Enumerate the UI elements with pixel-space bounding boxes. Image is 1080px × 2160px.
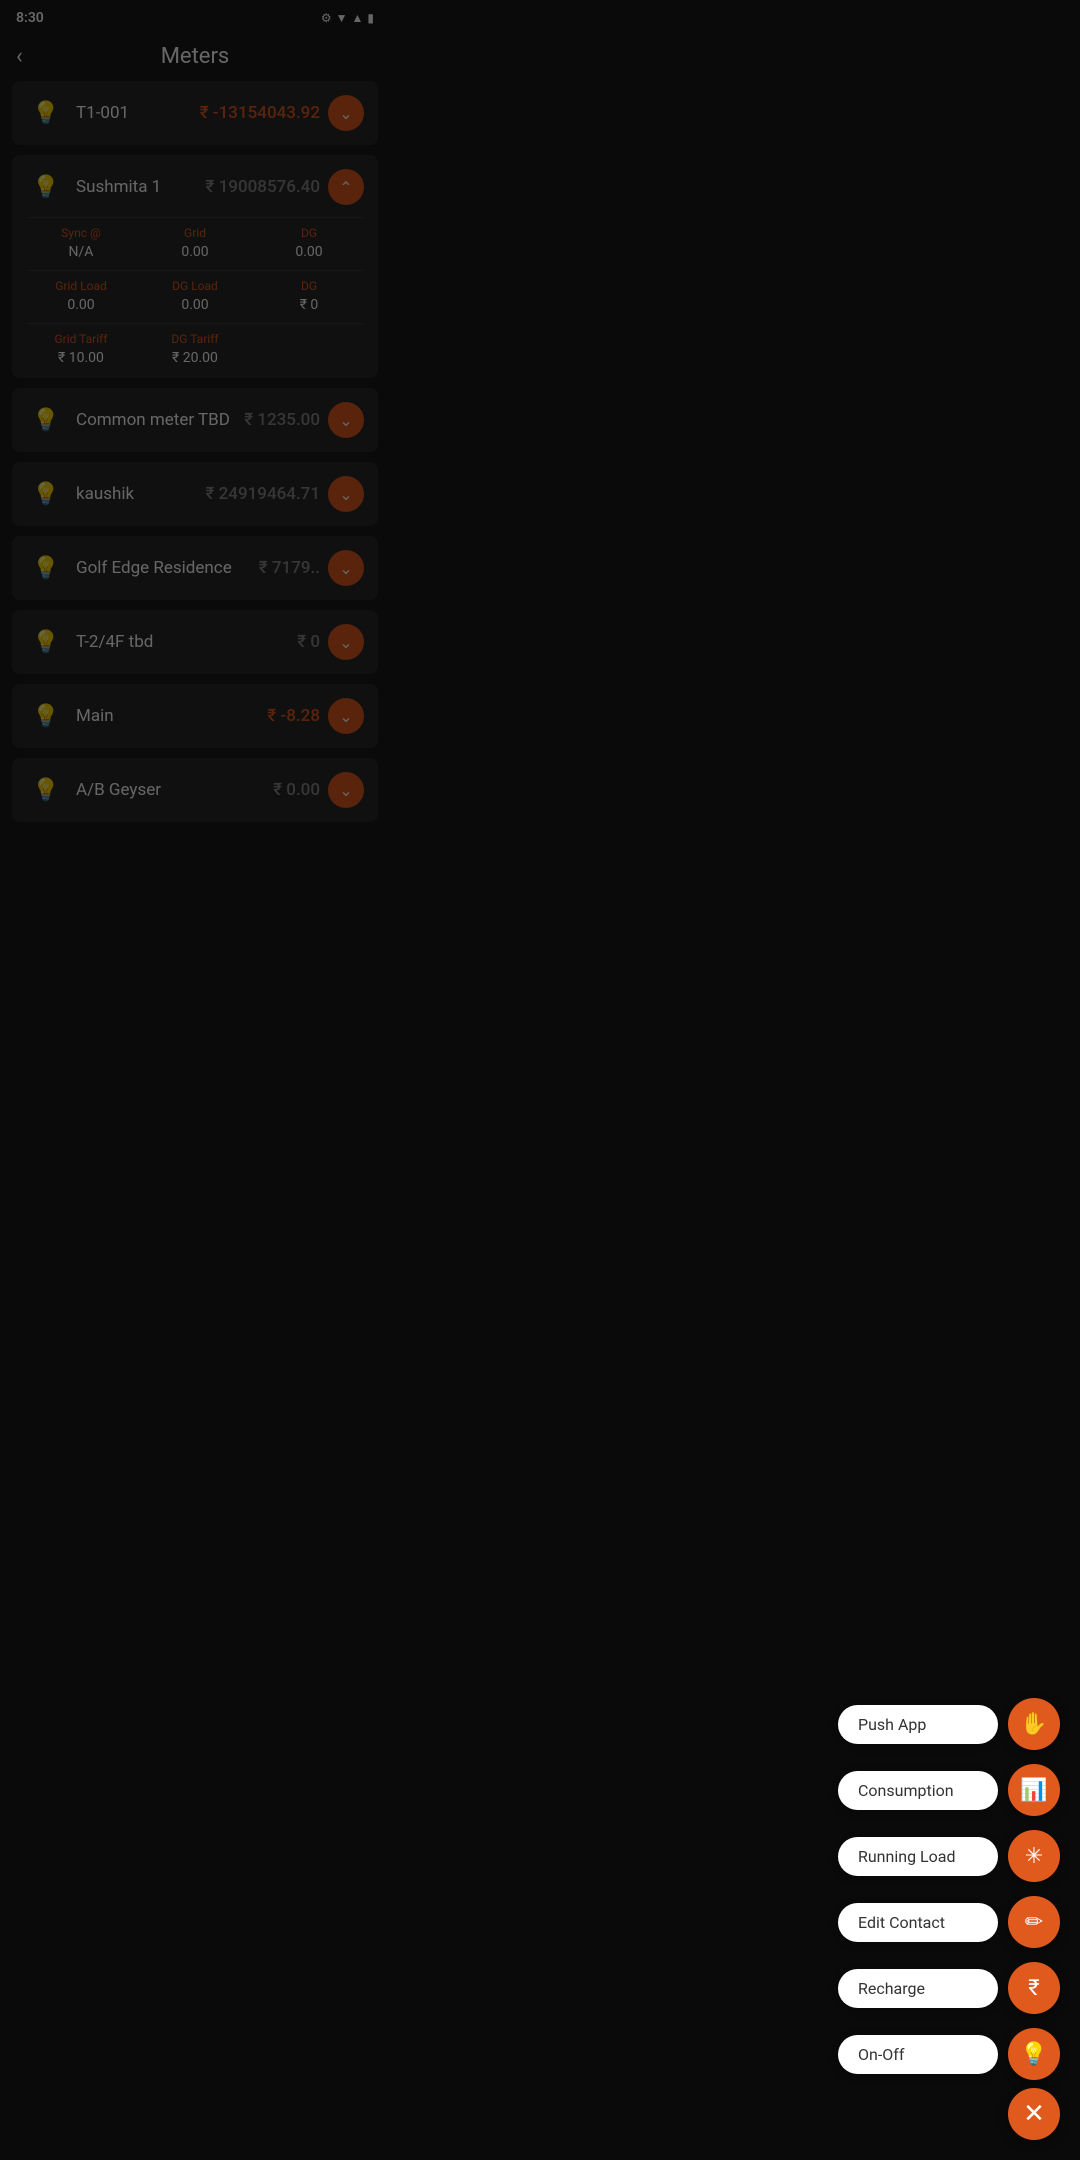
fab-item-consumption[interactable]: Consumption 📊 bbox=[838, 1764, 1060, 1816]
fab-item-on-off[interactable]: On-Off 💡 bbox=[838, 2028, 1060, 2080]
fab-btn-recharge[interactable]: ₹ bbox=[1008, 1962, 1060, 2014]
fab-close-button[interactable]: ✕ bbox=[1008, 2088, 1060, 2140]
fab-label-edit-contact: Edit Contact bbox=[838, 1903, 998, 1942]
fab-label-on-off: On-Off bbox=[838, 2035, 998, 2074]
fab-item-edit-contact[interactable]: Edit Contact ✏ bbox=[838, 1896, 1060, 1948]
fab-label-recharge: Recharge bbox=[838, 1969, 998, 2008]
fab-label-push-app: Push App bbox=[838, 1705, 998, 1744]
fab-btn-push-app[interactable]: ✋ bbox=[1008, 1698, 1060, 1750]
fab-btn-on-off[interactable]: 💡 bbox=[1008, 2028, 1060, 2080]
fab-btn-edit-contact[interactable]: ✏ bbox=[1008, 1896, 1060, 1948]
fab-label-consumption: Consumption bbox=[838, 1771, 998, 1810]
fab-label-running-load: Running Load bbox=[838, 1837, 998, 1876]
fab-item-push-app[interactable]: Push App ✋ bbox=[838, 1698, 1060, 1750]
fab-btn-consumption[interactable]: 📊 bbox=[1008, 1764, 1060, 1816]
fab-item-running-load[interactable]: Running Load ✳ bbox=[838, 1830, 1060, 1882]
fab-menu: Push App ✋ Consumption 📊 Running Load ✳ … bbox=[838, 1698, 1060, 2080]
fab-item-recharge[interactable]: Recharge ₹ bbox=[838, 1962, 1060, 2014]
fab-btn-running-load[interactable]: ✳ bbox=[1008, 1830, 1060, 1882]
